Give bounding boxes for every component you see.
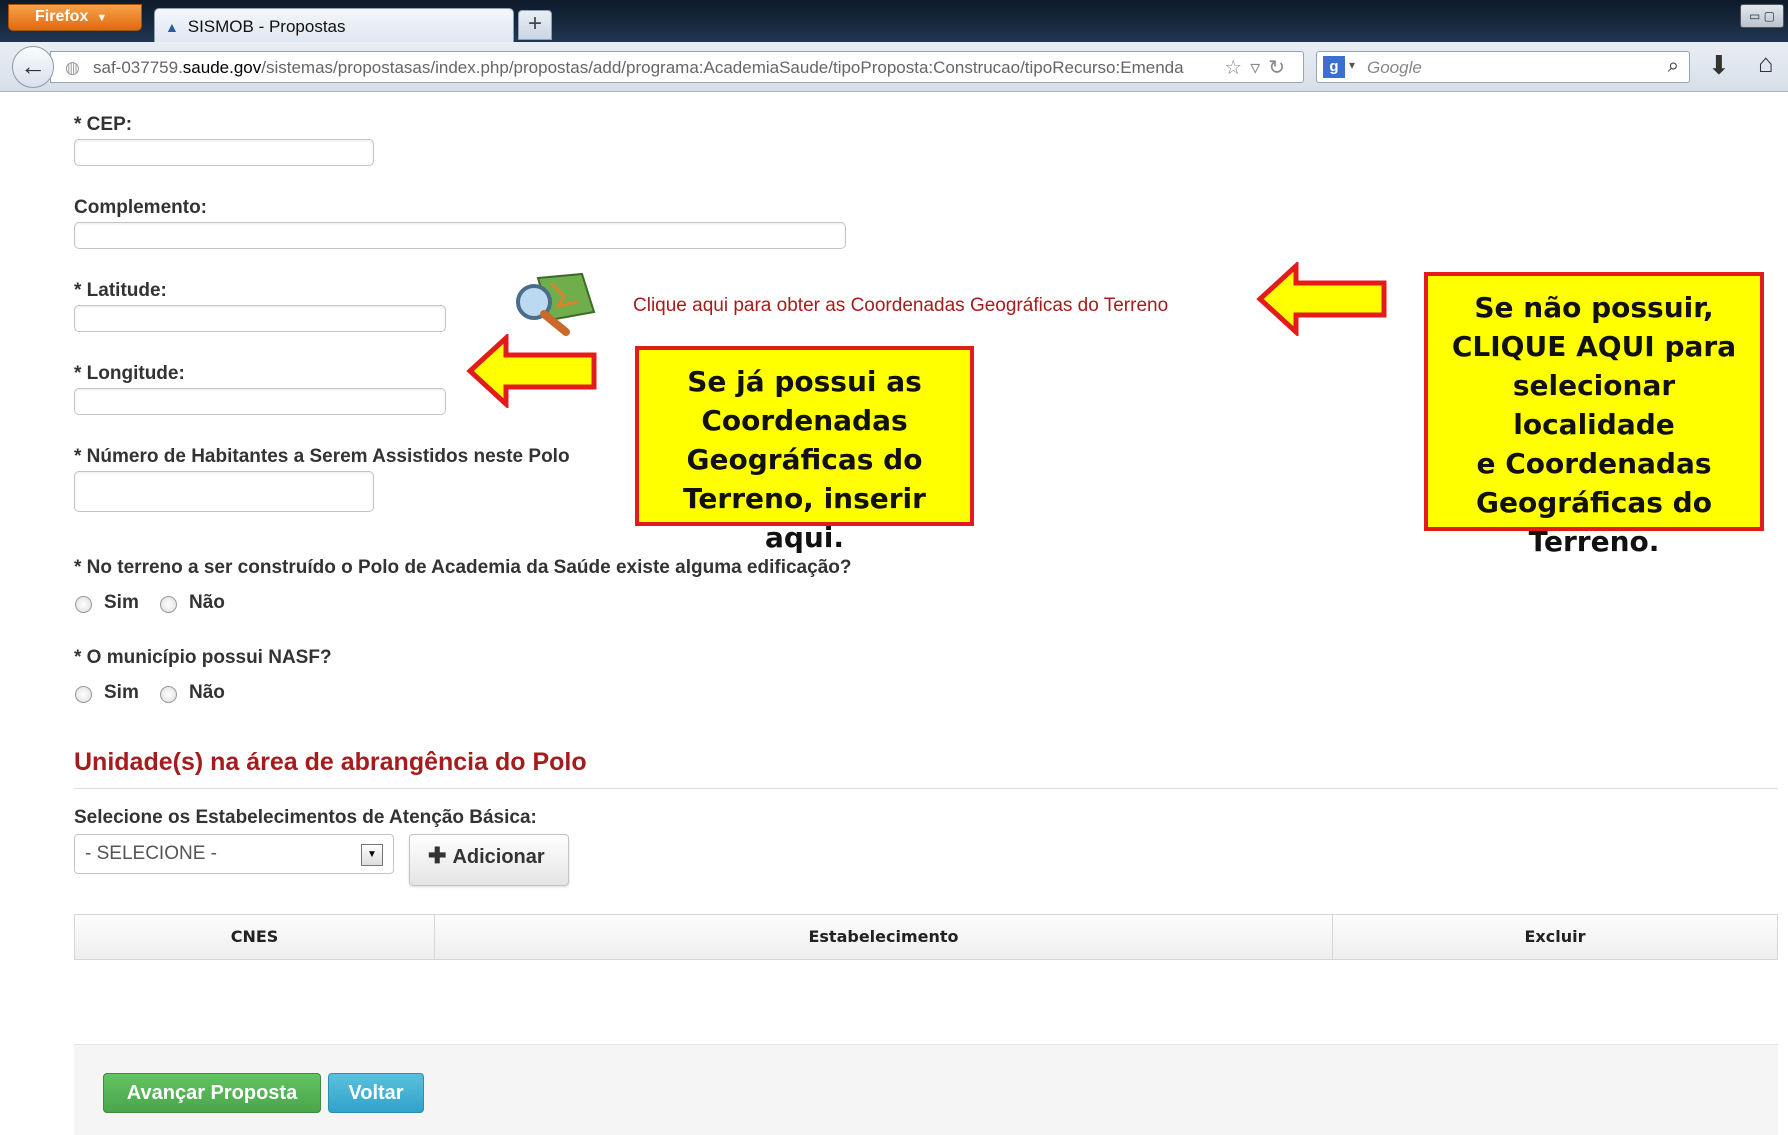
edificacao-nao-radio[interactable] (160, 596, 177, 613)
edificacao-sim-label[interactable]: Sim (104, 592, 139, 614)
site-favicon-icon: ▲ (165, 19, 179, 35)
left-callout-line: Terreno, inserir aqui. (683, 482, 926, 554)
select-value: - SELECIONE - (85, 843, 217, 864)
left-callout: Se já possui as Coordenadas Geográficas … (635, 346, 974, 554)
habitantes-label: * Número de Habitantes a Serem Assistido… (74, 446, 570, 467)
map-magnifier-icon[interactable] (512, 272, 596, 336)
edificacao-nao-label[interactable]: Não (189, 592, 225, 614)
url-prefix: saf-037759. (93, 58, 183, 77)
firefox-menu-label: Firefox (35, 8, 89, 25)
left-pointing-arrow-icon (1256, 262, 1387, 336)
nasf-sim-label[interactable]: Sim (104, 682, 139, 704)
add-button[interactable]: ✚ Adicionar (409, 834, 569, 886)
plus-icon: ✚ (428, 843, 447, 868)
longitude-input[interactable] (74, 388, 446, 415)
download-icon[interactable]: ⬇ (1708, 50, 1730, 81)
right-callout-line: Terreno. (1528, 525, 1660, 558)
edificacao-sim-radio[interactable] (75, 596, 92, 613)
browser-titlebar: Firefox ▼ ▲ SISMOB - Propostas + ▭ ▢ (0, 0, 1788, 42)
cep-input[interactable] (74, 139, 374, 166)
google-icon[interactable]: g (1323, 56, 1345, 78)
latitude-input[interactable] (74, 305, 446, 332)
section-title: Unidade(s) na área de abrangência do Pol… (74, 748, 587, 776)
search-icon[interactable]: ⌕ (1668, 55, 1679, 78)
home-icon[interactable]: ⌂ (1758, 48, 1774, 79)
address-bar-icons[interactable]: ☆▿↻ (1224, 55, 1293, 80)
globe-icon: ◍ (65, 58, 80, 77)
complemento-input[interactable] (74, 222, 846, 249)
back-button[interactable]: ← (12, 46, 54, 88)
back-button-footer[interactable]: Voltar (328, 1073, 424, 1113)
chevron-down-icon[interactable]: ▼ (361, 844, 383, 866)
url-host: saude.gov (182, 58, 262, 77)
nasf-nao-radio[interactable] (160, 686, 177, 703)
nasf-sim-radio[interactable] (75, 686, 92, 703)
back-arrow-icon: ← (20, 51, 46, 81)
section-divider (74, 788, 1778, 789)
right-callout-line: Se não possuir, (1474, 291, 1714, 324)
get-coordinates-link[interactable]: Clique aqui para obter as Coordenadas Ge… (633, 295, 1168, 317)
advance-proposal-button[interactable]: Avançar Proposta (103, 1073, 321, 1113)
table-header: CNES Estabelecimento Excluir (74, 914, 1778, 960)
column-header-estabelecimento: Estabelecimento (435, 915, 1333, 959)
search-bar[interactable]: g ▾ Google ⌕ (1316, 51, 1690, 83)
nasf-label: * O município possui NASF? (74, 647, 332, 668)
address-bar[interactable]: ◍ saf-037759.saude.gov/sistemas/proposta… (50, 51, 1304, 83)
column-header-excluir: Excluir (1524, 927, 1586, 946)
browser-navbar: ◍ saf-037759.saude.gov/sistemas/proposta… (0, 42, 1788, 92)
reload-icon[interactable]: ↻ (1268, 57, 1293, 79)
right-callout: Se não possuir, CLIQUE AQUI para selecio… (1424, 272, 1764, 558)
column-header-cnes: CNES (75, 915, 435, 959)
search-placeholder: Google (1367, 58, 1422, 77)
left-callout-line: Coordenadas (701, 404, 908, 437)
left-pointing-arrow-icon (466, 334, 597, 408)
habitantes-input[interactable] (74, 471, 374, 512)
chevron-down-icon: ▼ (96, 12, 108, 24)
longitude-label: * Longitude: (74, 363, 185, 384)
complemento-label: Complemento: (74, 197, 207, 218)
right-callout-line: e Coordenadas (1476, 447, 1712, 480)
right-callout-line: selecionar localidade (1512, 369, 1676, 441)
right-callout-line: CLIQUE AQUI para (1451, 330, 1737, 363)
star-icon[interactable]: ☆ (1224, 57, 1250, 79)
left-callout-line: Geográficas do (686, 443, 923, 476)
right-callout-line: Geográficas do (1476, 486, 1712, 519)
latitude-label: * Latitude: (74, 280, 167, 301)
search-engine-dropdown-icon[interactable]: ▾ (1349, 58, 1355, 72)
add-button-label: Adicionar (452, 846, 545, 868)
left-callout-line: Se já possui as (687, 365, 922, 398)
window-controls[interactable]: ▭ ▢ (1740, 4, 1784, 28)
browser-tab[interactable]: ▲ SISMOB - Propostas (154, 8, 514, 42)
url-path: /sistemas/propostasas/index.php/proposta… (261, 58, 1184, 77)
new-tab-button[interactable]: + (518, 10, 552, 40)
edificacao-label: * No terreno a ser construído o Polo de … (74, 557, 852, 578)
firefox-menu-button[interactable]: Firefox ▼ (8, 4, 142, 31)
estabelecimentos-select[interactable]: - SELECIONE - ▼ (74, 834, 394, 874)
cep-label: * CEP: (74, 114, 133, 135)
estabelecimentos-label: Selecione os Estabelecimentos de Atenção… (74, 807, 537, 828)
dropdown-icon[interactable]: ▿ (1250, 57, 1268, 79)
tab-title: SISMOB - Propostas (187, 17, 346, 36)
nasf-nao-label[interactable]: Não (189, 682, 225, 704)
